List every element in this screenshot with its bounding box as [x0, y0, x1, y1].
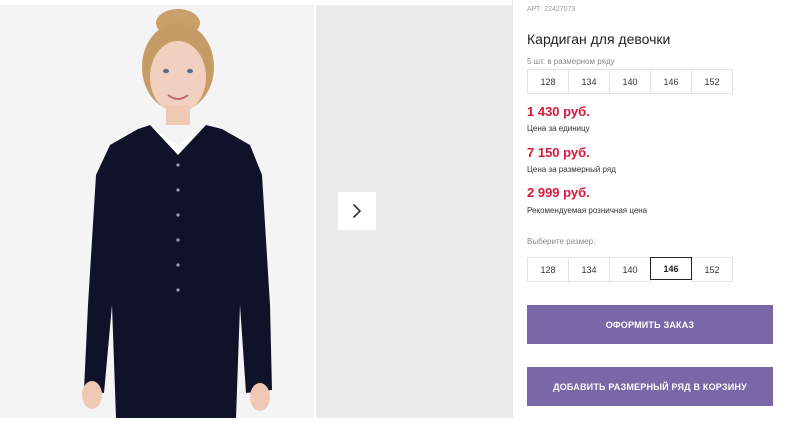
size-option-134[interactable]: 134 [568, 257, 610, 282]
chevron-right-icon [353, 204, 362, 218]
select-size-label: Выберите размер: [527, 237, 596, 246]
size-row-label: 5 шт. в размерном ряду [527, 57, 615, 66]
product-title: Кардиган для девочки [527, 31, 671, 47]
size-option-146[interactable]: 146 [650, 257, 692, 280]
gallery-next-button[interactable] [338, 192, 376, 230]
row-price-note: Цена за размерный ряд [527, 165, 616, 174]
size-row-item: 152 [691, 69, 733, 94]
size-row-item: 140 [609, 69, 651, 94]
row-price: 7 150 руб. [527, 145, 590, 160]
size-option-152[interactable]: 152 [691, 257, 733, 282]
unit-price: 1 430 руб. [527, 104, 590, 119]
size-row-item: 134 [568, 69, 610, 94]
size-option-140[interactable]: 140 [609, 257, 651, 282]
size-row-item: 146 [650, 69, 692, 94]
retail-price: 2 999 руб. [527, 185, 590, 200]
retail-price-note: Рекомендуемая розничная цена [527, 206, 648, 215]
size-row-item: 128 [527, 69, 569, 94]
size-row: 128 134 140 146 152 [527, 69, 733, 94]
unit-price-note: Цена за единицу [527, 124, 590, 133]
size-option-128[interactable]: 128 [527, 257, 569, 282]
article-number: АРТ: 22427073 [527, 6, 576, 13]
order-button[interactable]: ОФОРМИТЬ ЗАКАЗ [527, 305, 773, 344]
product-gallery [0, 0, 512, 418]
product-photo-image [0, 5, 314, 418]
add-row-to-cart-button[interactable]: ДОБАВИТЬ РАЗМЕРНЫЙ РЯД В КОРЗИНУ [527, 367, 773, 406]
size-selector: 128 134 140 146 152 [527, 257, 733, 282]
divider [512, 0, 513, 418]
product-photo[interactable] [0, 5, 314, 418]
